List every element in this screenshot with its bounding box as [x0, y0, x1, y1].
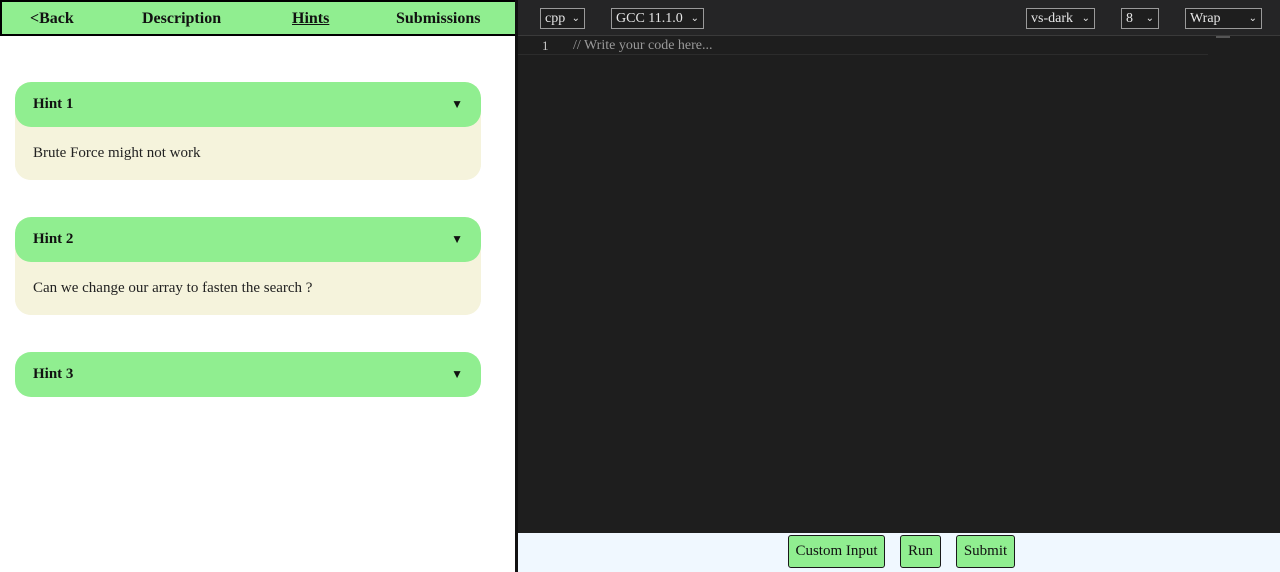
wrap-value: Wrap [1190, 11, 1221, 26]
font-size-select[interactable]: 8 ⌄ [1121, 8, 1159, 29]
language-value: cpp [545, 11, 566, 26]
hint-3-title: Hint 3 [33, 366, 74, 382]
line-number: 1 [542, 38, 549, 53]
hint-item-1: Hint 1 ▼ Brute Force might not work [15, 82, 481, 180]
compiler-value: GCC 11.1.0 [616, 11, 683, 26]
font-size-value: 8 [1126, 11, 1133, 26]
compiler-select[interactable]: GCC 11.1.0 ⌄ [611, 8, 704, 29]
chevron-down-icon: ⌄ [1081, 13, 1090, 24]
chevron-down-icon: ⌄ [1248, 13, 1257, 24]
minimap[interactable] [1216, 36, 1230, 38]
tab-submissions[interactable]: Submissions [396, 2, 481, 34]
hint-1-body: Brute Force might not work [15, 127, 481, 180]
back-link[interactable]: <Back [30, 2, 74, 34]
language-select[interactable]: cpp ⌄ [540, 8, 585, 29]
action-bar: Custom Input Run Submit [518, 533, 1280, 572]
chevron-down-icon: ▼ [451, 367, 463, 381]
theme-select[interactable]: vs-dark ⌄ [1026, 8, 1095, 29]
problem-panel: <Back Description Hints Submissions Hint… [0, 0, 517, 572]
code-placeholder: // Write your code here... [573, 38, 713, 53]
hint-1-title: Hint 1 [33, 96, 74, 112]
theme-value: vs-dark [1031, 11, 1073, 26]
hint-1-toggle[interactable]: Hint 1 ▼ [15, 82, 481, 127]
chevron-down-icon: ⌄ [690, 13, 699, 24]
hint-item-2: Hint 2 ▼ Can we change our array to fast… [15, 217, 481, 315]
chevron-down-icon: ▼ [451, 97, 463, 111]
chevron-down-icon: ▼ [451, 232, 463, 246]
code-panel: cpp ⌄ GCC 11.1.0 ⌄ vs-dark ⌄ 8 ⌄ Wrap ⌄ … [518, 0, 1280, 572]
run-button[interactable]: Run [900, 535, 941, 568]
code-editor[interactable]: 1 // Write your code here... [518, 36, 1280, 533]
chevron-down-icon: ⌄ [1145, 13, 1154, 24]
wrap-select[interactable]: Wrap ⌄ [1185, 8, 1262, 29]
submit-button[interactable]: Submit [956, 535, 1015, 568]
tab-hints[interactable]: Hints [292, 2, 329, 34]
hint-2-body: Can we change our array to fasten the se… [15, 262, 481, 315]
editor-toolbar: cpp ⌄ GCC 11.1.0 ⌄ vs-dark ⌄ 8 ⌄ Wrap ⌄ [518, 0, 1280, 36]
custom-input-button[interactable]: Custom Input [788, 535, 885, 568]
hint-2-toggle[interactable]: Hint 2 ▼ [15, 217, 481, 262]
hint-3-toggle[interactable]: Hint 3 ▼ [15, 352, 481, 397]
hint-item-3: Hint 3 ▼ [15, 352, 481, 397]
hint-2-title: Hint 2 [33, 231, 74, 247]
chevron-down-icon: ⌄ [571, 13, 580, 24]
tab-description[interactable]: Description [142, 2, 221, 34]
editor-line[interactable]: 1 // Write your code here... [518, 38, 1208, 55]
problem-nav-bar: <Back Description Hints Submissions [0, 0, 517, 36]
